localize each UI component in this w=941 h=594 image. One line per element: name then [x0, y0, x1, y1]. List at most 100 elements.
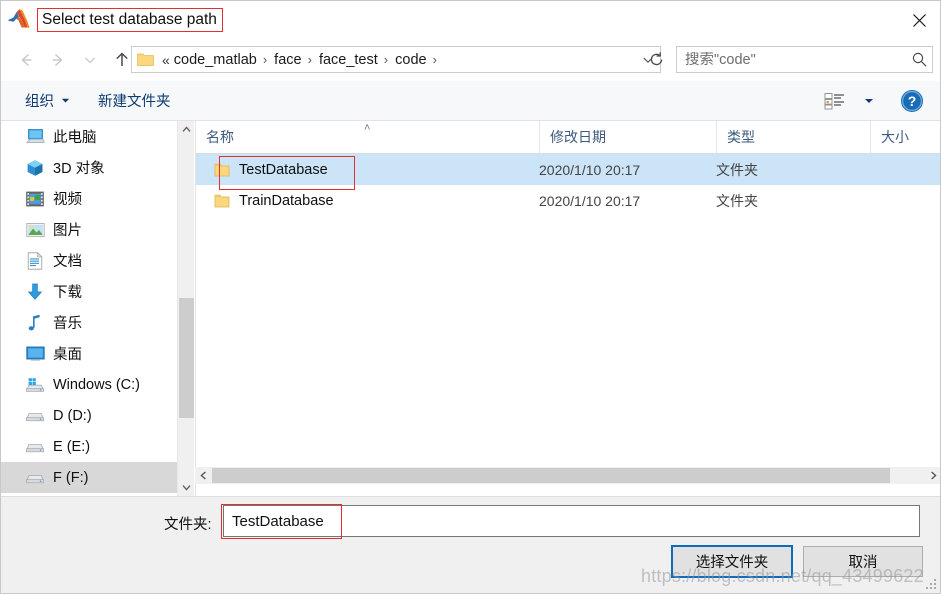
column-header-date[interactable]: 修改日期	[539, 121, 716, 153]
folder-icon	[214, 193, 230, 209]
sidebar-label: F (F:)	[53, 469, 89, 486]
scroll-up-icon[interactable]	[178, 121, 195, 138]
sidebar-item-this-pc[interactable]: 此电脑	[1, 121, 177, 152]
recent-locations-icon[interactable]	[74, 44, 106, 76]
breadcrumb: « code_matlab › face › face_test › code …	[156, 52, 636, 68]
new-folder-label: 新建文件夹	[98, 94, 171, 110]
cube-icon	[23, 159, 47, 177]
horizontal-scrollbar[interactable]	[195, 467, 940, 484]
file-type: 文件夹	[716, 161, 758, 178]
sidebar-item-e-drive[interactable]: E (E:)	[1, 431, 177, 462]
organize-label: 组织	[25, 94, 54, 110]
file-date: 2020/1/10 20:17	[539, 161, 641, 178]
search-box[interactable]	[676, 46, 933, 73]
scrollbar-thumb[interactable]	[212, 468, 890, 483]
sidebar-label: 视频	[53, 192, 82, 208]
sidebar-label: 桌面	[53, 347, 82, 363]
breadcrumb-item-3[interactable]: code	[393, 52, 428, 68]
desktop-icon	[23, 346, 47, 362]
sidebar-item-pictures[interactable]: 图片	[1, 214, 177, 245]
forward-icon[interactable]	[42, 44, 74, 76]
sidebar-item-f-drive[interactable]: F (F:)	[1, 462, 177, 493]
table-row[interactable]: TestDatabase 2020/1/10 20:17 文件夹	[196, 154, 940, 185]
view-options-chevron-down-icon[interactable]	[860, 96, 878, 106]
breadcrumb-item-1[interactable]: face	[272, 52, 303, 68]
sidebar-scrollbar[interactable]	[177, 121, 194, 496]
computer-icon	[23, 128, 47, 145]
sort-ascending-icon: ˄	[364, 122, 371, 134]
view-options-icon[interactable]	[820, 92, 850, 110]
picture-icon	[23, 222, 47, 238]
scroll-down-icon[interactable]	[178, 479, 195, 496]
music-note-icon	[23, 314, 47, 332]
column-label: 大小	[881, 129, 909, 145]
file-dialog: Select test database path « code_matlab …	[0, 0, 941, 594]
sidebar-label: 图片	[53, 223, 82, 239]
sidebar-item-downloads[interactable]: 下载	[1, 276, 177, 307]
breadcrumb-separator-0[interactable]: ›	[259, 52, 272, 67]
column-header-size[interactable]: 大小	[870, 121, 940, 153]
sidebar-label: 3D 对象	[53, 161, 105, 177]
file-name: TrainDatabase	[239, 192, 334, 209]
new-folder-button[interactable]: 新建文件夹	[91, 87, 178, 115]
sidebar-item-windows-c[interactable]: Windows (C:)	[1, 369, 177, 400]
folder-icon	[137, 52, 154, 67]
column-label: 名称	[206, 129, 234, 145]
download-icon	[23, 283, 47, 301]
breadcrumb-item-2[interactable]: face_test	[317, 52, 380, 68]
cancel-button[interactable]: 取消	[803, 546, 923, 577]
toolbar: 组织 新建文件夹 ?	[1, 81, 940, 121]
help-button[interactable]: ?	[900, 89, 924, 113]
file-date: 2020/1/10 20:17	[539, 192, 641, 209]
search-icon[interactable]	[906, 51, 932, 68]
column-header-row: 名称 ˄ 修改日期 类型 大小	[196, 121, 940, 154]
window-title: Select test database path	[42, 11, 217, 28]
column-header-type[interactable]: 类型	[716, 121, 870, 153]
column-label: 修改日期	[550, 129, 606, 145]
sidebar-label: 音乐	[53, 316, 82, 332]
sidebar-item-music[interactable]: 音乐	[1, 307, 177, 338]
breadcrumb-separator-1[interactable]: ›	[304, 52, 317, 67]
refresh-icon[interactable]	[643, 46, 669, 73]
resize-grip[interactable]	[924, 577, 936, 589]
select-folder-button[interactable]: 选择文件夹	[671, 545, 793, 578]
close-button[interactable]	[896, 1, 940, 39]
back-icon[interactable]	[10, 44, 42, 76]
video-icon	[23, 191, 47, 207]
search-input[interactable]	[677, 51, 906, 68]
breadcrumb-separator-2[interactable]: ›	[380, 52, 393, 67]
breadcrumb-item-0[interactable]: code_matlab	[172, 52, 259, 68]
matlab-logo-icon	[6, 8, 32, 32]
organize-button[interactable]: 组织	[18, 87, 77, 115]
address-bar[interactable]: « code_matlab › face › face_test › code …	[131, 46, 661, 73]
breadcrumb-separator-3[interactable]: ›	[429, 52, 442, 67]
scrollbar-thumb[interactable]	[179, 298, 194, 418]
svg-text:?: ?	[908, 93, 917, 109]
file-name-cell: TrainDatabase	[196, 185, 334, 216]
table-row[interactable]: TrainDatabase 2020/1/10 20:17 文件夹	[196, 185, 940, 216]
sidebar-item-desktop[interactable]: 桌面	[1, 338, 177, 369]
chevron-down-icon	[61, 96, 70, 105]
drive-icon	[23, 440, 47, 454]
scroll-right-icon[interactable]	[925, 467, 940, 484]
title-annotation-box: Select test database path	[37, 8, 223, 32]
toolbar-right-group: ?	[820, 81, 940, 121]
file-name-cell: TestDatabase	[196, 154, 328, 185]
folder-name-input[interactable]	[224, 506, 919, 536]
folder-field-label: 文件夹:	[164, 517, 212, 533]
select-folder-label: 选择文件夹	[695, 555, 769, 571]
sidebar-item-d-drive[interactable]: D (D:)	[1, 400, 177, 431]
scroll-left-icon[interactable]	[195, 467, 212, 484]
file-type: 文件夹	[716, 192, 758, 209]
breadcrumb-overflow[interactable]: «	[159, 52, 172, 68]
sidebar-item-documents[interactable]: 文档	[1, 245, 177, 276]
sidebar-item-3d-objects[interactable]: 3D 对象	[1, 152, 177, 183]
file-rows: TestDatabase 2020/1/10 20:17 文件夹 TrainDa…	[196, 154, 940, 216]
folder-name-field[interactable]	[223, 505, 920, 537]
sidebar-item-videos[interactable]: 视频	[1, 183, 177, 214]
sidebar-label: D (D:)	[53, 407, 92, 424]
title-bar: Select test database path	[1, 1, 940, 39]
document-icon	[23, 251, 47, 270]
sidebar-label: 下载	[53, 285, 82, 301]
drive-icon	[23, 409, 47, 423]
